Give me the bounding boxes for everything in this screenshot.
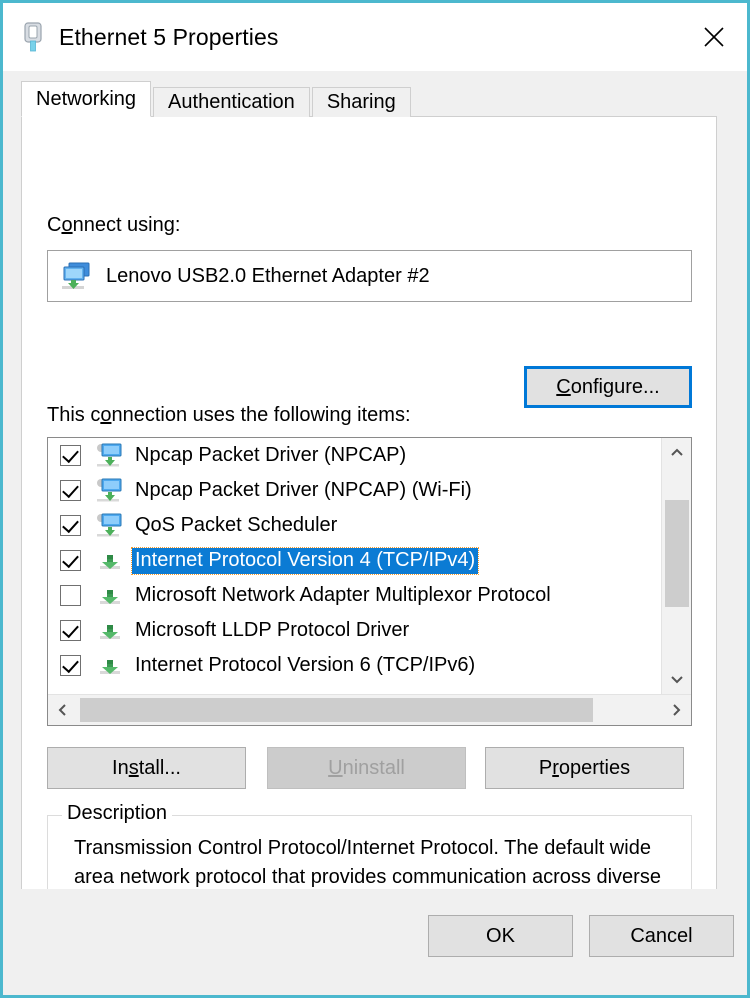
tab-authentication[interactable]: Authentication bbox=[153, 87, 310, 117]
network-protocol-icon bbox=[100, 589, 120, 604]
cancel-button-label: Cancel bbox=[630, 924, 693, 947]
scroll-left-icon[interactable] bbox=[48, 695, 78, 725]
list-item-label: QoS Packet Scheduler bbox=[135, 513, 338, 536]
scroll-right-icon[interactable] bbox=[661, 695, 691, 725]
adapter-name: Lenovo USB2.0 Ethernet Adapter #2 bbox=[106, 264, 430, 287]
item-checkbox[interactable] bbox=[60, 655, 81, 676]
properties-button[interactable]: Properties bbox=[485, 747, 684, 789]
network-service-icon bbox=[97, 513, 122, 536]
item-checkbox[interactable] bbox=[60, 585, 81, 606]
listbox-horizontal-scrollbar[interactable] bbox=[48, 694, 691, 725]
item-checkbox[interactable] bbox=[60, 515, 81, 536]
networking-tab-page: Connect using: Lenovo USB2.0 Ethernet Ad… bbox=[21, 116, 717, 958]
properties-dialog-window: Ethernet 5 Properties Networking Authent… bbox=[0, 0, 750, 998]
items-label: This connection uses the following items… bbox=[47, 404, 411, 426]
listbox-vertical-scrollbar[interactable] bbox=[661, 438, 691, 694]
scroll-up-icon[interactable] bbox=[662, 438, 691, 468]
network-protocol-icon bbox=[100, 554, 120, 569]
network-protocol-icon bbox=[100, 624, 120, 639]
title-bar: Ethernet 5 Properties bbox=[3, 3, 747, 71]
list-item-label: Npcap Packet Driver (NPCAP) (Wi-Fi) bbox=[135, 478, 472, 501]
uninstall-button: Uninstall bbox=[267, 747, 466, 789]
tab-networking-label: Networking bbox=[36, 87, 137, 110]
list-item[interactable]: QoS Packet Scheduler bbox=[48, 508, 661, 543]
item-checkbox[interactable] bbox=[60, 445, 81, 466]
dialog-footer: OK Cancel bbox=[3, 889, 747, 995]
ok-button[interactable]: OK bbox=[428, 915, 573, 957]
configure-button[interactable]: Configure... bbox=[524, 366, 692, 408]
list-item[interactable]: Internet Protocol Version 6 (TCP/IPv6) bbox=[48, 648, 661, 683]
close-icon[interactable] bbox=[681, 3, 747, 71]
vertical-scroll-thumb[interactable] bbox=[665, 500, 689, 607]
horizontal-scroll-thumb[interactable] bbox=[80, 698, 593, 722]
dialog-client-area: Networking Authentication Sharing Connec… bbox=[3, 71, 747, 995]
list-item-label: Npcap Packet Driver (NPCAP) bbox=[135, 443, 407, 466]
tab-networking[interactable]: Networking bbox=[21, 81, 152, 117]
list-item-label: Internet Protocol Version 6 (TCP/IPv6) bbox=[135, 653, 476, 676]
ethernet-connector-icon bbox=[24, 22, 42, 52]
item-checkbox[interactable] bbox=[60, 620, 81, 641]
item-checkbox[interactable] bbox=[60, 480, 81, 501]
list-item-label: Internet Protocol Version 4 (TCP/IPv4) bbox=[130, 546, 480, 575]
cancel-button[interactable]: Cancel bbox=[589, 915, 734, 957]
connect-using-label: Connect using: bbox=[47, 214, 181, 236]
tab-authentication-label: Authentication bbox=[168, 91, 295, 113]
network-items-listbox[interactable]: Npcap Packet Driver (NPCAP) Npcap Packet… bbox=[47, 437, 692, 726]
list-item[interactable]: Internet Protocol Version 4 (TCP/IPv4) bbox=[48, 543, 661, 578]
network-items-list: Npcap Packet Driver (NPCAP) Npcap Packet… bbox=[48, 438, 661, 694]
adapter-display-box: Lenovo USB2.0 Ethernet Adapter #2 bbox=[47, 250, 692, 302]
install-button[interactable]: Install... bbox=[47, 747, 246, 789]
list-item[interactable]: Npcap Packet Driver (NPCAP) bbox=[48, 438, 661, 473]
network-protocol-icon bbox=[100, 659, 120, 674]
list-item[interactable]: Microsoft Network Adapter Multiplexor Pr… bbox=[48, 578, 661, 613]
window-title: Ethernet 5 Properties bbox=[59, 23, 279, 50]
item-checkbox[interactable] bbox=[60, 550, 81, 571]
list-item-label: Microsoft Network Adapter Multiplexor Pr… bbox=[135, 583, 551, 606]
tab-strip: Networking Authentication Sharing bbox=[21, 81, 413, 117]
network-adapter-icon bbox=[62, 262, 90, 289]
list-item[interactable]: Npcap Packet Driver (NPCAP) (Wi-Fi) bbox=[48, 473, 661, 508]
network-service-icon bbox=[97, 478, 122, 501]
tab-sharing[interactable]: Sharing bbox=[311, 87, 411, 117]
description-title: Description bbox=[62, 802, 173, 825]
tab-sharing-label: Sharing bbox=[326, 91, 396, 113]
ok-button-label: OK bbox=[486, 924, 515, 947]
network-service-icon bbox=[97, 443, 122, 466]
scroll-down-icon[interactable] bbox=[662, 664, 691, 694]
list-item[interactable]: Microsoft LLDP Protocol Driver bbox=[48, 613, 661, 648]
list-item-label: Microsoft LLDP Protocol Driver bbox=[135, 618, 410, 641]
